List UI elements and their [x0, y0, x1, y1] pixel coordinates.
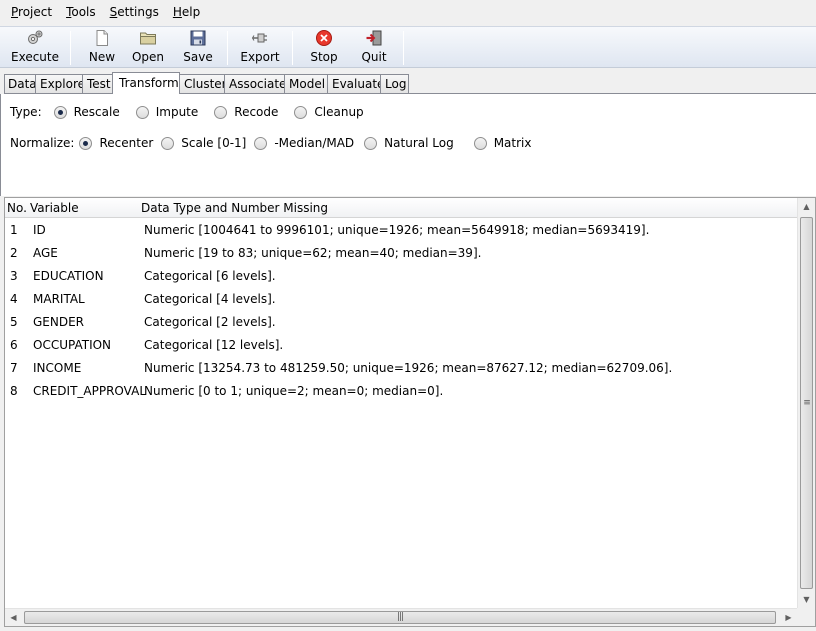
- variables-table: No. Variable Data Type and Number Missin…: [4, 197, 816, 627]
- scroll-left-arrow-icon[interactable]: ◀: [5, 609, 22, 626]
- table-row[interactable]: 1 ID Numeric [1004641 to 9996101; unique=1…: [5, 218, 797, 241]
- radio-unselected-icon: [364, 136, 378, 150]
- radio-median-mad[interactable]: -Median/MAD: [254, 136, 354, 150]
- folder-icon: [139, 29, 157, 47]
- radio-recenter[interactable]: Recenter: [79, 136, 153, 150]
- table-row[interactable]: 2 AGE Numeric [19 to 83; unique=62; mean=4…: [5, 241, 797, 264]
- radio-unselected-icon: [135, 105, 149, 119]
- radio-unselected-icon: [214, 105, 228, 119]
- radio-unselected-icon: [473, 136, 487, 150]
- tab-evaluate[interactable]: Evaluate: [327, 74, 381, 94]
- toolbar: Execute New Open Save Export Stop Quit: [0, 26, 816, 68]
- tab-associate[interactable]: Associate: [224, 74, 285, 94]
- type-label: Type:: [10, 105, 42, 119]
- tab-model[interactable]: Model: [284, 74, 328, 94]
- grip-icon: |||: [396, 612, 404, 622]
- horizontal-scrollbar[interactable]: ◀ ||| ▶: [5, 608, 797, 626]
- tab-strip: Data Explore Test Transform Cluster Asso…: [4, 72, 409, 94]
- radio-cleanup[interactable]: Cleanup: [294, 105, 364, 119]
- column-header-variable[interactable]: Variable: [30, 201, 79, 215]
- save-button[interactable]: Save: [173, 27, 223, 67]
- radio-rescale[interactable]: Rescale: [53, 105, 120, 119]
- export-button[interactable]: Export: [232, 27, 288, 67]
- transform-options-panel: Type: Rescale Impute Recode Cleanup Norm…: [0, 94, 816, 196]
- type-row: Type: Rescale Impute Recode Cleanup: [10, 105, 380, 119]
- scroll-right-arrow-icon[interactable]: ▶: [780, 609, 797, 626]
- table-body: 1 ID Numeric [1004641 to 9996101; unique=1…: [5, 218, 797, 402]
- grip-icon: ≡: [803, 397, 810, 408]
- tab-test[interactable]: Test: [82, 74, 113, 94]
- table-row[interactable]: 3 EDUCATION Categorical [6 levels].: [5, 264, 797, 287]
- column-header-no[interactable]: No.: [7, 201, 27, 215]
- table-row[interactable]: 5 GENDER Categorical [2 levels].: [5, 310, 797, 333]
- toolbar-separator: [227, 31, 228, 65]
- exit-door-icon: [365, 29, 383, 47]
- normalize-row: Normalize: Recenter Scale [0-1] -Median/…: [10, 136, 547, 150]
- radio-selected-icon: [53, 105, 67, 119]
- tab-explore[interactable]: Explore: [35, 74, 83, 94]
- stop-button[interactable]: Stop: [299, 27, 349, 67]
- export-plug-icon: [251, 29, 269, 47]
- radio-scale-0-1[interactable]: Scale [0-1]: [161, 136, 246, 150]
- radio-selected-icon: [79, 136, 93, 150]
- menu-tools[interactable]: Tools: [59, 0, 103, 24]
- table-row[interactable]: 6 OCCUPATION Categorical [12 levels].: [5, 333, 797, 356]
- normalize-label: Normalize:: [10, 136, 75, 150]
- stop-icon: [315, 29, 333, 47]
- floppy-disk-icon: [189, 29, 207, 47]
- radio-matrix[interactable]: Matrix: [473, 136, 531, 150]
- scroll-down-arrow-icon[interactable]: ▼: [798, 591, 815, 608]
- column-header-data-type[interactable]: Data Type and Number Missing: [141, 201, 328, 215]
- toolbar-separator: [403, 31, 404, 65]
- tab-transform[interactable]: Transform: [112, 72, 180, 94]
- quit-button[interactable]: Quit: [349, 27, 399, 67]
- radio-unselected-icon: [294, 105, 308, 119]
- scroll-up-arrow-icon[interactable]: ▲: [798, 198, 815, 215]
- table-row[interactable]: 7 INCOME Numeric [13254.73 to 481259.50; u…: [5, 356, 797, 379]
- vertical-scroll-thumb[interactable]: ≡: [800, 217, 813, 589]
- toolbar-separator: [292, 31, 293, 65]
- horizontal-scroll-thumb[interactable]: |||: [24, 611, 776, 624]
- toolbar-separator: [70, 31, 71, 65]
- radio-impute[interactable]: Impute: [135, 105, 198, 119]
- tab-log[interactable]: Log: [380, 74, 409, 94]
- tab-data[interactable]: Data: [4, 74, 36, 94]
- table-row[interactable]: 8 CREDIT_APPROVAL Numeric [0 to 1; unique=…: [5, 379, 797, 402]
- tab-cluster[interactable]: Cluster: [179, 74, 225, 94]
- radio-unselected-icon: [254, 136, 268, 150]
- menu-bar: Project Tools Settings Help: [0, 0, 816, 24]
- scrollbar-corner: [797, 608, 815, 626]
- open-button[interactable]: Open: [123, 27, 173, 67]
- radio-natural-log[interactable]: Natural Log: [364, 136, 454, 150]
- gears-icon: [26, 29, 44, 47]
- execute-button[interactable]: Execute: [4, 27, 66, 67]
- table-header: No. Variable Data Type and Number Missin…: [5, 198, 797, 218]
- radio-recode[interactable]: Recode: [214, 105, 278, 119]
- menu-project[interactable]: Project: [4, 0, 59, 24]
- new-button[interactable]: New: [81, 27, 123, 67]
- radio-unselected-icon: [161, 136, 175, 150]
- vertical-scrollbar[interactable]: ▲ ≡ ▼: [797, 198, 815, 608]
- new-file-icon: [93, 29, 111, 47]
- table-row[interactable]: 4 MARITAL Categorical [4 levels].: [5, 287, 797, 310]
- menu-settings[interactable]: Settings: [103, 0, 166, 24]
- menu-help[interactable]: Help: [166, 0, 207, 24]
